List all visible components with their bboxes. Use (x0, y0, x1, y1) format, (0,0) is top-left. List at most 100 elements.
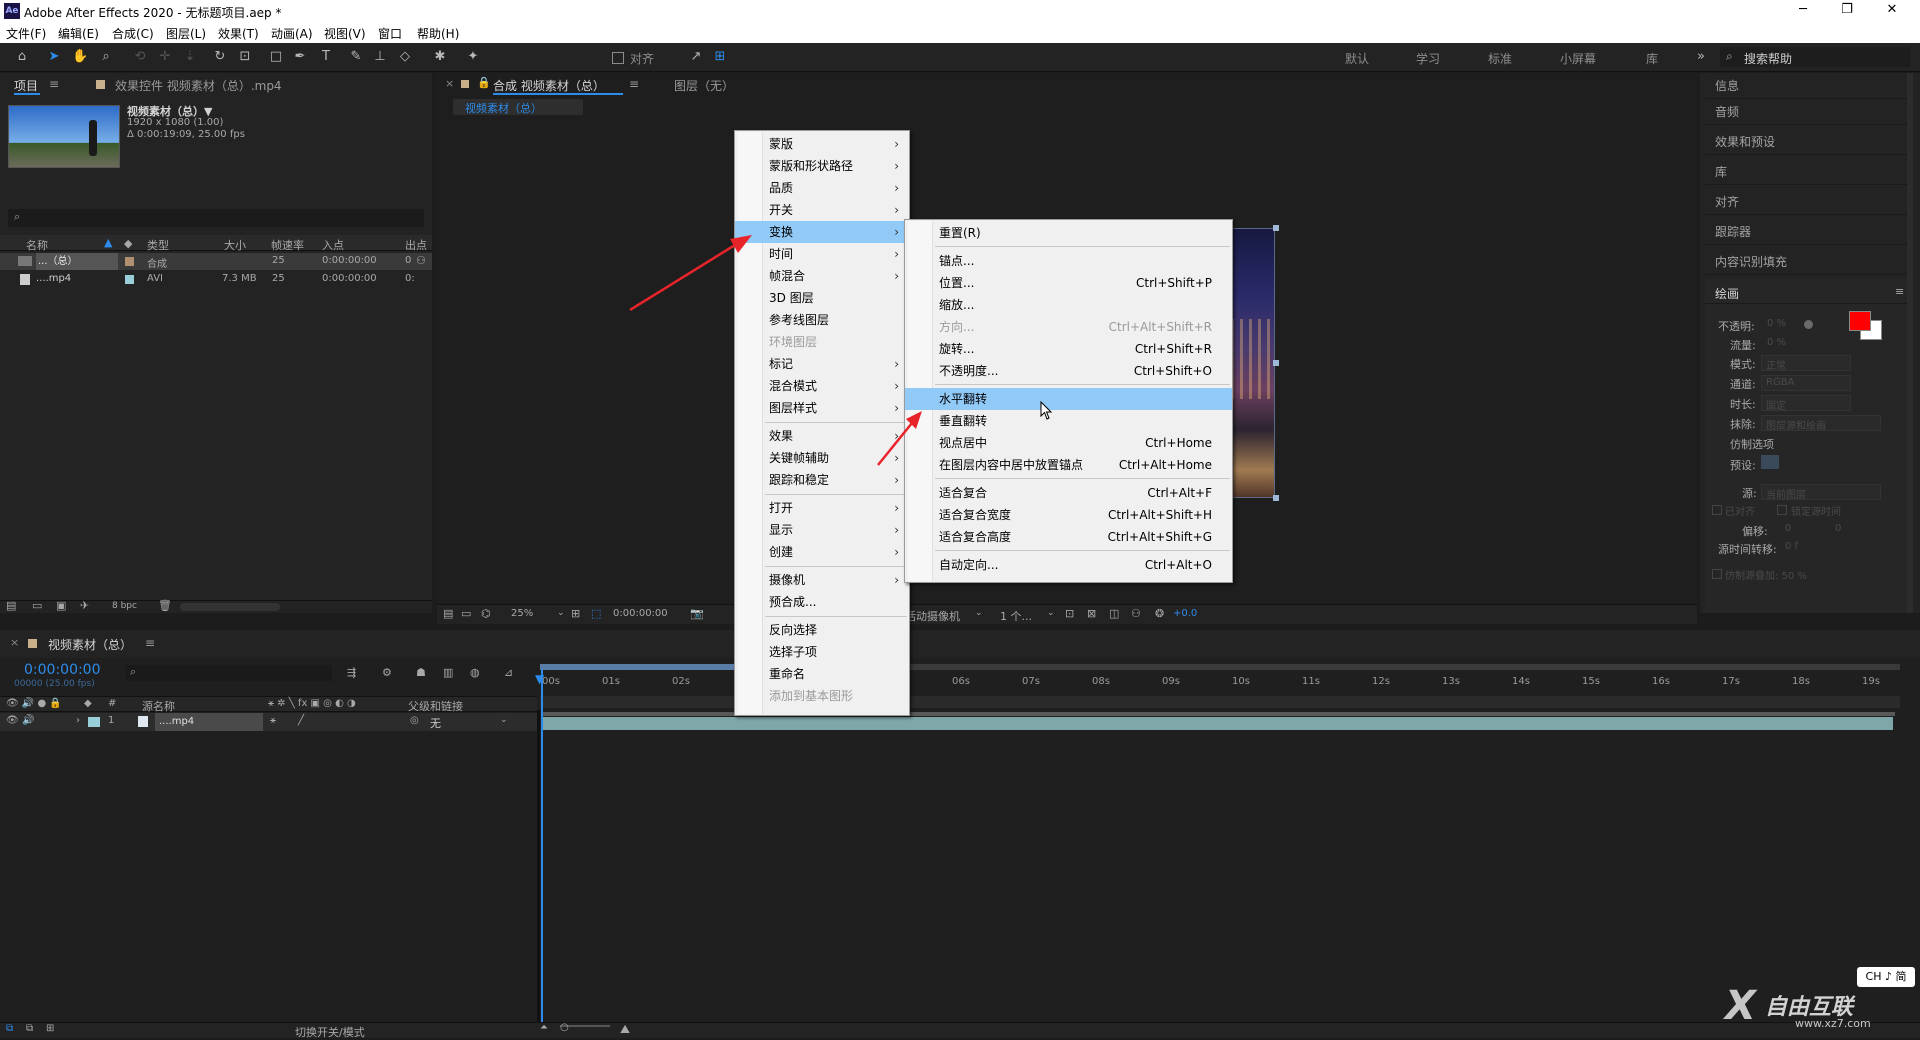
views-dropdown-icon[interactable]: ⌄ (1047, 608, 1055, 618)
parent-select[interactable]: 无 (430, 715, 441, 731)
menu-item-reveal[interactable]: 显示 › (735, 519, 909, 541)
panel-effects-presets[interactable]: 效果和预设 (1705, 129, 1911, 155)
dolly-camera-icon[interactable]: ⇣ (182, 49, 198, 65)
frame-blending-icon[interactable]: ▥ (443, 666, 453, 679)
menu-item-create[interactable]: 创建 › (735, 541, 909, 563)
submenu-item-reset[interactable]: 重置(R) (905, 222, 1232, 244)
rectangle-tool-icon[interactable]: □ (268, 49, 284, 65)
project-search-input[interactable]: ⌕ (8, 209, 424, 227)
panel-info[interactable]: 信息 (1705, 73, 1911, 99)
time-shift-value[interactable]: 0 f (1785, 541, 1798, 552)
panel-menu-icon[interactable]: ≡ (1895, 285, 1904, 298)
submenu-item-anchor-point[interactable]: 锚点... (905, 250, 1232, 272)
menu-window[interactable]: 窗口 (378, 25, 402, 42)
col-name[interactable]: 名称 (26, 237, 48, 253)
close-tab-icon[interactable]: × (445, 77, 454, 90)
menu-item-mask-shape-path[interactable]: 蒙版和形状路径 › (735, 155, 909, 177)
label-tag-icon[interactable]: ◆ (124, 237, 132, 250)
draft-3d-icon[interactable]: ⚙ (382, 666, 392, 679)
rotate-tool-icon[interactable]: ↻ (212, 49, 228, 65)
menu-item-guide-layer[interactable]: 参考线图层 (735, 309, 909, 331)
tab-effect-controls[interactable]: 效果控件 视频素材（总）.mp4 (115, 77, 282, 94)
workspace-default[interactable]: 默认 (1345, 50, 1369, 67)
breadcrumb-label[interactable]: 视频素材（总） (465, 100, 542, 116)
label-tag-icon[interactable]: ◆ (84, 698, 92, 709)
lock-source-time-checkbox[interactable] (1777, 505, 1787, 515)
mask-visibility-icon[interactable]: ⬚ (591, 607, 601, 620)
panel-menu-icon[interactable]: ≡ (49, 77, 59, 91)
quality-switch-icon[interactable]: ╱ (298, 715, 304, 726)
workspace-small-screen[interactable]: 小屏幕 (1560, 50, 1596, 67)
camera-select[interactable]: 活动摄像机 (905, 608, 960, 624)
roto-brush-icon[interactable]: ✱ (432, 49, 448, 65)
menu-layer[interactable]: 图层(L) (166, 25, 206, 42)
new-comp-icon[interactable]: ▣ (56, 599, 66, 612)
asset-thumbnail[interactable] (8, 105, 120, 168)
region-icon[interactable]: ⊡ (1065, 607, 1074, 620)
zoom-select[interactable]: 25% (511, 608, 533, 619)
puppet-pin-icon[interactable]: ✦ (465, 49, 481, 65)
menu-item-markers[interactable]: 标记 › (735, 353, 909, 375)
menu-item-mask[interactable]: 蒙版 › (735, 133, 909, 155)
flowchart-icon[interactable]: ⚇ (1131, 607, 1141, 620)
exposure-value[interactable]: +0.0 (1173, 608, 1197, 619)
close-tab-icon[interactable]: × (10, 636, 19, 649)
submenu-item-center-anchor[interactable]: 在图层内容中居中放置锚点 Ctrl+Alt+Home (905, 454, 1232, 476)
layer-name[interactable]: ....mp4 (155, 713, 263, 731)
orbit-camera-icon[interactable]: ⟲ (132, 49, 148, 65)
menu-item-transform[interactable]: 变换 › (735, 221, 909, 243)
vr-icon[interactable]: ⌬ (481, 607, 491, 620)
workspace-standard[interactable]: 标准 (1488, 50, 1512, 67)
submenu-item-position[interactable]: 位置... Ctrl+Shift+P (905, 272, 1232, 294)
close-icon[interactable]: ✕ (1872, 2, 1912, 17)
layer-switches-icon[interactable]: ⧉ (6, 1023, 13, 1034)
col-parent[interactable]: 父级和链接 (408, 698, 463, 714)
offset-x[interactable]: 0 (1785, 523, 1791, 534)
layer-duration-bar[interactable] (543, 717, 1893, 730)
flow-value[interactable]: 0 % (1767, 337, 1786, 348)
menu-item-select-children[interactable]: 选择子项 (735, 641, 909, 663)
frame-handle[interactable] (1273, 495, 1279, 501)
menu-help[interactable]: 帮助(H) (417, 25, 459, 42)
submenu-item-fit-comp-width[interactable]: 适合复合宽度 Ctrl+Alt+Shift+H (905, 504, 1232, 526)
help-search-box[interactable]: ⌕ 搜索帮助 (1720, 47, 1910, 67)
type-tool-icon[interactable]: T (318, 49, 334, 65)
menu-item-pre-compose[interactable]: 预合成... (735, 591, 909, 613)
col-source-name[interactable]: 源名称 (142, 698, 175, 714)
panel-scrollbar[interactable] (1907, 73, 1913, 613)
3d-view-icon[interactable]: ◫ (1109, 607, 1119, 620)
menu-item-rename[interactable]: 重命名 (735, 663, 909, 685)
submenu-item-scale[interactable]: 缩放... (905, 294, 1232, 316)
lock-icon[interactable]: 🔒 (477, 76, 491, 89)
submenu-item-center-in-view[interactable]: 视点居中 Ctrl+Home (905, 432, 1232, 454)
panel-audio[interactable]: 音频 (1705, 99, 1911, 125)
grid-snap-icon[interactable]: ⊞ (712, 49, 728, 65)
aligned-checkbox[interactable] (1712, 505, 1722, 515)
menu-edit[interactable]: 编辑(E) (58, 25, 99, 42)
menu-item-switches[interactable]: 开关 › (735, 199, 909, 221)
layer-label-swatch[interactable] (88, 717, 100, 727)
col-fps[interactable]: 帧速率 (271, 237, 304, 253)
submenu-item-auto-orient[interactable]: 自动定向... Ctrl+Alt+O (905, 554, 1232, 576)
trash-icon[interactable]: 🗑 (158, 599, 172, 612)
shy-icon[interactable]: ☗ (416, 666, 426, 679)
pen-tool-icon[interactable]: ✒ (292, 49, 308, 65)
exposure-icon[interactable]: ❂ (1155, 607, 1164, 620)
minimize-icon[interactable]: ─ (1783, 2, 1823, 17)
av-switches-icon[interactable]: 👁 🔊 ● 🔒 (6, 698, 62, 709)
comp-flowchart-icon[interactable]: ⇶ (347, 666, 356, 679)
zoom-out-icon[interactable]: ⏶ (540, 1022, 548, 1033)
clone-stamp-icon[interactable]: ⊥ (372, 49, 388, 65)
frame-handle[interactable] (1273, 360, 1279, 366)
panel-menu-icon[interactable]: ≡ (145, 636, 155, 650)
workspace-learn[interactable]: 学习 (1416, 50, 1440, 67)
col-in[interactable]: 入点 (322, 237, 344, 253)
menu-item-open[interactable]: 打开 › (735, 497, 909, 519)
col-type[interactable]: 类型 (147, 237, 169, 253)
submenu-item-fit-to-comp[interactable]: 适合复合 Ctrl+Alt+F (905, 482, 1232, 504)
interpret-footage-icon[interactable]: ▤ (6, 599, 16, 612)
hash-icon[interactable]: # (108, 698, 116, 709)
expand-chevron-icon[interactable]: › (76, 715, 80, 726)
offset-y[interactable]: 0 (1835, 523, 1841, 534)
hand-tool-icon[interactable]: ✋ (72, 49, 88, 65)
